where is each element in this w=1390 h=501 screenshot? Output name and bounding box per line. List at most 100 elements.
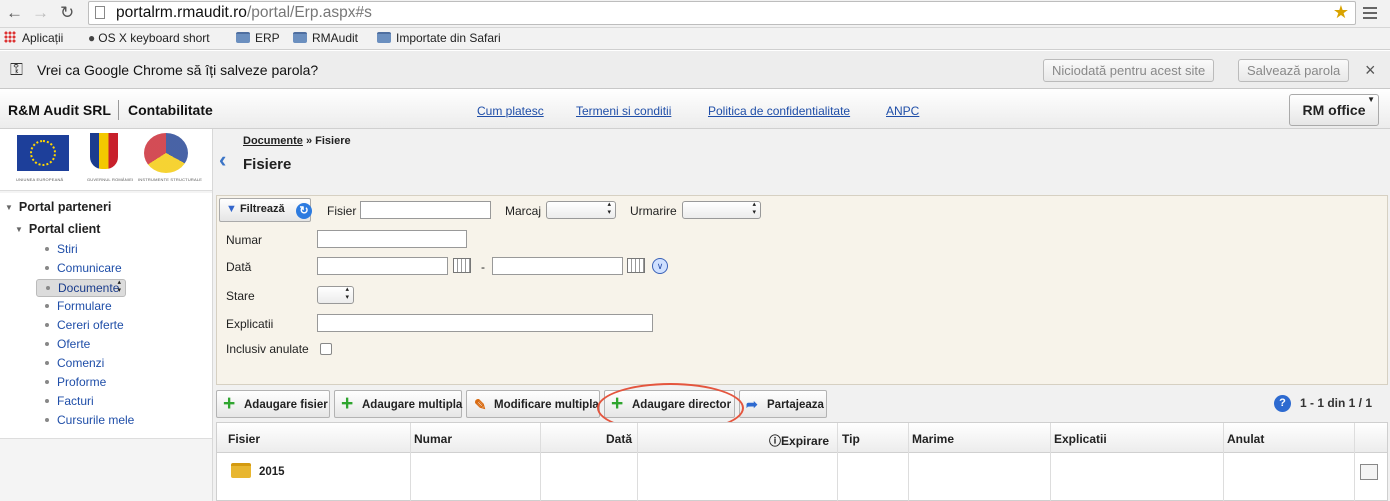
include-cancelled-checkbox[interactable] bbox=[320, 343, 332, 355]
sidebar-item-facturi[interactable]: Facturi bbox=[36, 393, 176, 411]
app-header: R&M Audit SRL Contabilitate Cum platesc … bbox=[0, 89, 1390, 129]
add-file-button[interactable]: + Adaugare fisier bbox=[216, 390, 330, 418]
back-chevron-icon[interactable]: ‹ bbox=[219, 147, 226, 173]
file-label: Fisier bbox=[327, 204, 357, 218]
follow-label: Urmarire bbox=[630, 204, 677, 218]
follow-select[interactable] bbox=[682, 201, 761, 219]
structural-instruments-logo bbox=[144, 133, 188, 173]
date-from-input[interactable] bbox=[317, 257, 448, 275]
eu-flag-logo bbox=[17, 135, 69, 171]
calendar-icon[interactable] bbox=[627, 258, 645, 273]
sidebar: UNIUNEA EUROPEANĂ GUVERNUL ROMÂNIEI INST… bbox=[0, 129, 212, 501]
bookmark-osx-keyboard[interactable]: ● OS X keyboard short bbox=[88, 31, 210, 45]
expand-chevron-icon[interactable]: ∨ bbox=[652, 258, 668, 274]
sidebar-item-stiri[interactable]: Stiri bbox=[36, 241, 176, 259]
module-name: Contabilitate bbox=[128, 102, 213, 118]
column-divider bbox=[1223, 423, 1224, 501]
romania-crest-logo bbox=[90, 133, 118, 169]
table-header: Fisier Numar Dată ⓘExpirare Tip Marime E… bbox=[217, 423, 1387, 453]
col-tip[interactable]: Tip bbox=[842, 432, 860, 446]
breadcrumb-current: Fisiere bbox=[315, 135, 351, 147]
refresh-icon[interactable]: ↻ bbox=[296, 203, 312, 219]
tree-root-portal-parteneri[interactable]: ▼ Portal parteneri bbox=[5, 200, 111, 214]
url-text: portalrm.rmaudit.ro/portal/Erp.aspx#s bbox=[116, 4, 372, 21]
explanations-input[interactable] bbox=[317, 314, 653, 332]
sidebar-item-comenzi[interactable]: Comenzi bbox=[36, 355, 176, 373]
header-divider bbox=[118, 100, 119, 120]
main-content: ‹ Documente » Fisiere Fisiere ▼ Filtreaz… bbox=[212, 129, 1390, 501]
row-name[interactable]: 2015 bbox=[259, 466, 285, 478]
filter-button[interactable]: ▼ Filtrează ↻ bbox=[219, 198, 312, 222]
plus-icon: + bbox=[223, 392, 236, 415]
sidebar-item-proforme[interactable]: Proforme bbox=[36, 374, 176, 392]
bookmarks-bar: Aplicații ● OS X keyboard short ERP RMAud… bbox=[0, 28, 1390, 50]
status-select[interactable] bbox=[317, 286, 354, 304]
address-bar[interactable]: portalrm.rmaudit.ro/portal/Erp.aspx#s ★ bbox=[88, 1, 1356, 25]
dropdown-arrow-icon: ▼ bbox=[1367, 95, 1375, 104]
save-password-button[interactable]: Salvează parola bbox=[1238, 59, 1350, 82]
save-password-infobar: ⚿ Vrei ca Google Chrome să îți salveze p… bbox=[0, 51, 1390, 89]
collapse-triangle-icon: ▼ bbox=[5, 203, 13, 212]
folder-icon bbox=[231, 463, 251, 478]
sidebar-item-cereri-oferte[interactable]: Cereri oferte bbox=[36, 317, 176, 335]
logo-caption-gov: GUVERNUL ROMÂNIEI bbox=[87, 177, 134, 182]
link-politica[interactable]: Politica de confidentialitate bbox=[708, 104, 850, 118]
breadcrumb-documente[interactable]: Documente bbox=[243, 135, 303, 147]
link-cum-platesc[interactable]: Cum platesc bbox=[477, 104, 544, 118]
forward-arrow-icon[interactable]: → bbox=[32, 3, 49, 23]
mark-select[interactable] bbox=[546, 201, 616, 219]
link-termeni[interactable]: Termeni si conditii bbox=[576, 104, 671, 118]
column-divider bbox=[637, 423, 638, 501]
tree-group-portal-client[interactable]: ▼ Portal client bbox=[15, 222, 100, 236]
sidebar-item-documente[interactable]: Documente bbox=[36, 279, 126, 297]
row-menu-icon[interactable] bbox=[1360, 464, 1378, 480]
link-anpc[interactable]: ANPC bbox=[886, 104, 919, 118]
bookmark-star-icon[interactable]: ★ bbox=[1333, 2, 1349, 23]
back-arrow-icon[interactable]: ← bbox=[6, 3, 23, 23]
chrome-menu-icon[interactable] bbox=[1363, 4, 1377, 22]
browser-toolbar: ← → ↻ portalrm.rmaudit.ro/portal/Erp.asp… bbox=[0, 0, 1390, 28]
col-expirare[interactable]: ⓘExpirare bbox=[769, 432, 829, 449]
column-divider bbox=[1354, 423, 1355, 501]
page-title: Fisiere bbox=[243, 156, 292, 173]
col-anulat[interactable]: Anulat bbox=[1227, 432, 1264, 446]
file-input[interactable] bbox=[360, 201, 491, 219]
page-icon bbox=[95, 6, 105, 19]
sidebar-item-oferte[interactable]: Oferte bbox=[36, 336, 176, 354]
close-icon[interactable]: × bbox=[1365, 60, 1376, 81]
rm-office-button[interactable]: RM office ▼ bbox=[1289, 94, 1379, 126]
help-icon[interactable]: ? bbox=[1274, 395, 1291, 412]
calendar-icon[interactable] bbox=[453, 258, 471, 273]
modify-multiple-button[interactable]: ✎ Modificare multipla bbox=[466, 390, 600, 418]
date-to-input[interactable] bbox=[492, 257, 623, 275]
bookmark-apps[interactable]: Aplicații bbox=[4, 31, 63, 45]
folder-icon bbox=[236, 32, 250, 43]
column-divider bbox=[410, 423, 411, 501]
sidebar-item-comunicare[interactable]: Comunicare bbox=[36, 260, 176, 278]
column-divider bbox=[1050, 423, 1051, 501]
sidebar-item-cursurile-mele[interactable]: Cursurile mele bbox=[36, 412, 176, 430]
col-numar[interactable]: Numar bbox=[414, 432, 452, 446]
add-multiple-button[interactable]: + Adaugare multipla bbox=[334, 390, 462, 418]
key-icon: ⚿ bbox=[10, 60, 23, 79]
explanations-label: Explicatii bbox=[226, 317, 274, 331]
col-data[interactable]: Dată bbox=[606, 432, 632, 446]
reload-icon[interactable]: ↻ bbox=[60, 3, 74, 23]
company-name: R&M Audit SRL bbox=[8, 102, 111, 118]
number-label: Numar bbox=[226, 233, 263, 247]
bookmark-rmaudit[interactable]: RMAudit bbox=[293, 31, 358, 45]
include-cancelled-label: Inclusiv anulate bbox=[226, 342, 309, 356]
action-toolbar: + Adaugare fisier + Adaugare multipla ✎ Mod… bbox=[213, 386, 1390, 420]
share-button[interactable]: ➦ Partajeaza bbox=[739, 390, 827, 418]
col-explicatii[interactable]: Explicatii bbox=[1054, 432, 1107, 446]
sidebar-item-formulare[interactable]: Formulare bbox=[36, 298, 176, 316]
date-separator: - bbox=[481, 260, 485, 274]
col-fisier[interactable]: Fisier bbox=[228, 432, 260, 446]
number-input[interactable] bbox=[317, 230, 467, 248]
col-marime[interactable]: Marime bbox=[912, 432, 954, 446]
bookmark-safari-import[interactable]: Importate din Safari bbox=[377, 31, 501, 45]
never-save-button[interactable]: Niciodată pentru acest site bbox=[1043, 59, 1215, 82]
status-label: Stare bbox=[226, 289, 255, 303]
bookmark-erp[interactable]: ERP bbox=[236, 31, 280, 45]
apps-grid-icon bbox=[4, 31, 16, 43]
